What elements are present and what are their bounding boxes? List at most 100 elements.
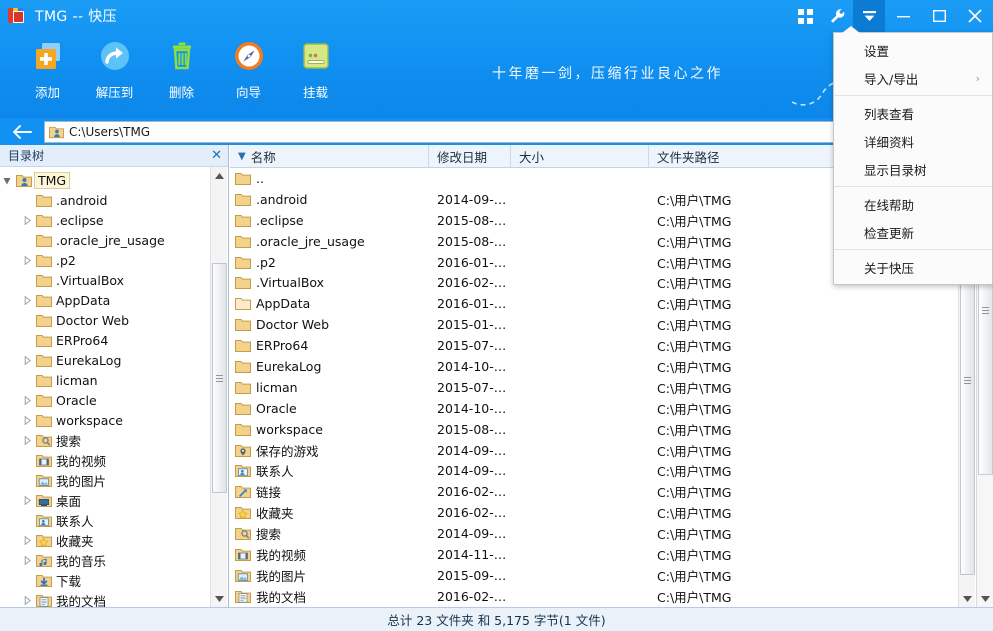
tree-node[interactable]: .android <box>0 190 228 210</box>
tree-node[interactable]: Doctor Web <box>0 310 228 330</box>
toolbar-button-extract-to[interactable]: 解压到 <box>81 36 148 101</box>
tree-expander-icon[interactable] <box>20 415 35 425</box>
tree-node-label: EurekaLog <box>56 352 122 368</box>
tree-node[interactable]: 下载 <box>0 570 228 590</box>
menu-item-label: 关于快压 <box>864 260 915 276</box>
tree-node[interactable]: 联系人 <box>0 510 228 530</box>
toolbar-button-mount[interactable]: 挂载 <box>282 36 349 101</box>
folder-icon <box>35 353 53 368</box>
settings-dropdown-menu[interactable]: 设置 导入/导出 › 列表查看 详细资料 显示目录树在线帮助 检查更新关于快压 <box>833 32 993 285</box>
tree-expander-icon[interactable] <box>0 176 15 185</box>
menu-item[interactable]: 关于快压 <box>834 253 992 281</box>
tree-node[interactable]: licman <box>0 370 228 390</box>
toolbar-button-wizard[interactable]: 向导 <box>215 36 282 101</box>
scroll-down-arrow-icon[interactable] <box>959 590 976 607</box>
directory-tree-body[interactable]: TMG .android .eclipse .oracle_jre_usage … <box>0 167 228 607</box>
tree-node[interactable]: ERPro64 <box>0 330 228 350</box>
user-folder-icon <box>15 173 33 188</box>
tree-node[interactable]: 搜索 <box>0 430 228 450</box>
table-row[interactable]: Oracle 2014-10-… C:\用户\TMG <box>230 398 993 419</box>
table-row[interactable]: 联系人 2014-09-… C:\用户\TMG <box>230 460 993 481</box>
menu-item[interactable]: 显示目录树 <box>834 155 992 183</box>
tree-node[interactable]: AppData <box>0 290 228 310</box>
tree-node-label: ERPro64 <box>56 332 109 348</box>
table-row[interactable]: workspace 2015-08-… C:\用户\TMG <box>230 419 993 440</box>
toolbar-button-delete[interactable]: 删除 <box>148 36 215 101</box>
cell-path: C:\用户\TMG <box>657 401 732 417</box>
menu-item[interactable]: 检查更新 <box>834 218 992 246</box>
tree-expander-icon[interactable] <box>20 255 35 265</box>
table-row[interactable]: 保存的游戏 2014-09-… C:\用户\TMG <box>230 440 993 461</box>
tree-node-label: Doctor Web <box>56 312 130 328</box>
tree-node[interactable]: EurekaLog <box>0 350 228 370</box>
back-arrow-icon[interactable] <box>0 118 44 145</box>
table-row[interactable]: 我的图片 2015-09-… C:\用户\TMG <box>230 565 993 586</box>
tree-node[interactable]: .VirtualBox <box>0 270 228 290</box>
tree-node[interactable]: 收藏夹 <box>0 530 228 550</box>
tree-expander-icon[interactable] <box>20 555 35 565</box>
tree-expander-icon[interactable] <box>20 435 35 445</box>
tree-node[interactable]: 我的视频 <box>0 450 228 470</box>
cell-path: C:\用户\TMG <box>657 527 732 543</box>
directory-tree-panel: 目录树 ✕ TMG .android .eclipse .oracle_jre_… <box>0 145 229 607</box>
tree-node[interactable]: 桌面 <box>0 490 228 510</box>
tree-expander-icon[interactable] <box>20 495 35 505</box>
sort-arrow-icon: ▼ <box>238 150 246 162</box>
scroll-up-arrow-icon[interactable] <box>211 167 227 184</box>
menu-item[interactable]: 在线帮助 <box>834 190 992 218</box>
column-header-date[interactable]: 修改日期 <box>429 145 511 167</box>
folder-icon <box>35 273 53 288</box>
tree-expander-icon[interactable] <box>20 355 35 365</box>
tree-node[interactable]: 我的文档 <box>0 590 228 607</box>
table-row[interactable]: 搜索 2014-09-… C:\用户\TMG <box>230 523 993 544</box>
close-icon[interactable]: ✕ <box>211 149 222 162</box>
folder-icon <box>35 293 53 308</box>
cell-name: 保存的游戏 <box>230 441 429 460</box>
main-toolbar: 添加 解压到 删除 向导 挂载 <box>14 36 349 101</box>
folder-icon <box>35 313 53 328</box>
tree-node[interactable]: Oracle <box>0 390 228 410</box>
tree-expander-icon[interactable] <box>20 535 35 545</box>
tree-vertical-scrollbar[interactable] <box>210 167 227 607</box>
column-header-name[interactable]: ▼ 名称 <box>230 145 429 167</box>
tree-node[interactable]: .p2 <box>0 250 228 270</box>
table-row[interactable]: 我的文档 2016-02-… C:\用户\TMG <box>230 586 993 607</box>
apps-grid-icon[interactable] <box>789 0 821 32</box>
cell-path: C:\用户\TMG <box>657 464 732 480</box>
folder-icon <box>235 255 253 270</box>
trash-icon <box>164 36 200 78</box>
toolbar-button-add[interactable]: 添加 <box>14 36 81 101</box>
table-row[interactable]: Doctor Web 2015-01-… C:\用户\TMG <box>230 314 993 335</box>
folder-icon <box>35 233 53 248</box>
scroll-down-arrow-icon[interactable] <box>211 590 228 607</box>
minimize-icon[interactable] <box>885 0 921 32</box>
tree-node[interactable]: .eclipse <box>0 210 228 230</box>
menu-item[interactable]: 设置 <box>834 36 992 64</box>
tree-expander-icon[interactable] <box>20 395 35 405</box>
close-icon[interactable] <box>957 0 993 32</box>
menu-item[interactable]: 详细资料 <box>834 127 992 155</box>
maximize-icon[interactable] <box>921 0 957 32</box>
tree-node[interactable]: 我的音乐 <box>0 550 228 570</box>
tree-node[interactable]: .oracle_jre_usage <box>0 230 228 250</box>
cell-path: C:\用户\TMG <box>657 506 732 522</box>
tree-node[interactable]: workspace <box>0 410 228 430</box>
table-row[interactable]: EurekaLog 2014-10-… C:\用户\TMG <box>230 356 993 377</box>
table-row[interactable]: 链接 2016-02-… C:\用户\TMG <box>230 481 993 502</box>
table-row[interactable]: 我的视频 2014-11-… C:\用户\TMG <box>230 544 993 565</box>
table-row[interactable]: AppData 2016-01-… C:\用户\TMG <box>230 293 993 314</box>
tree-node[interactable]: 我的图片 <box>0 470 228 490</box>
tree-node[interactable]: TMG <box>0 170 228 190</box>
tree-expander-icon[interactable] <box>20 295 35 305</box>
table-row[interactable]: ERPro64 2015-07-… C:\用户\TMG <box>230 335 993 356</box>
table-row[interactable]: 收藏夹 2016-02-… C:\用户\TMG <box>230 502 993 523</box>
menu-item[interactable]: 列表查看 <box>834 99 992 127</box>
tree-expander-icon[interactable] <box>20 215 35 225</box>
column-header-size[interactable]: 大小 <box>511 145 649 167</box>
tree-node-label: 我的音乐 <box>56 553 107 569</box>
menu-item[interactable]: 导入/导出 › <box>834 64 992 92</box>
scroll-down-arrow-icon[interactable] <box>977 590 993 607</box>
tree-expander-icon[interactable] <box>20 595 35 605</box>
table-row[interactable]: licman 2015-07-… C:\用户\TMG <box>230 377 993 398</box>
tree-scroll-thumb[interactable] <box>212 263 227 493</box>
